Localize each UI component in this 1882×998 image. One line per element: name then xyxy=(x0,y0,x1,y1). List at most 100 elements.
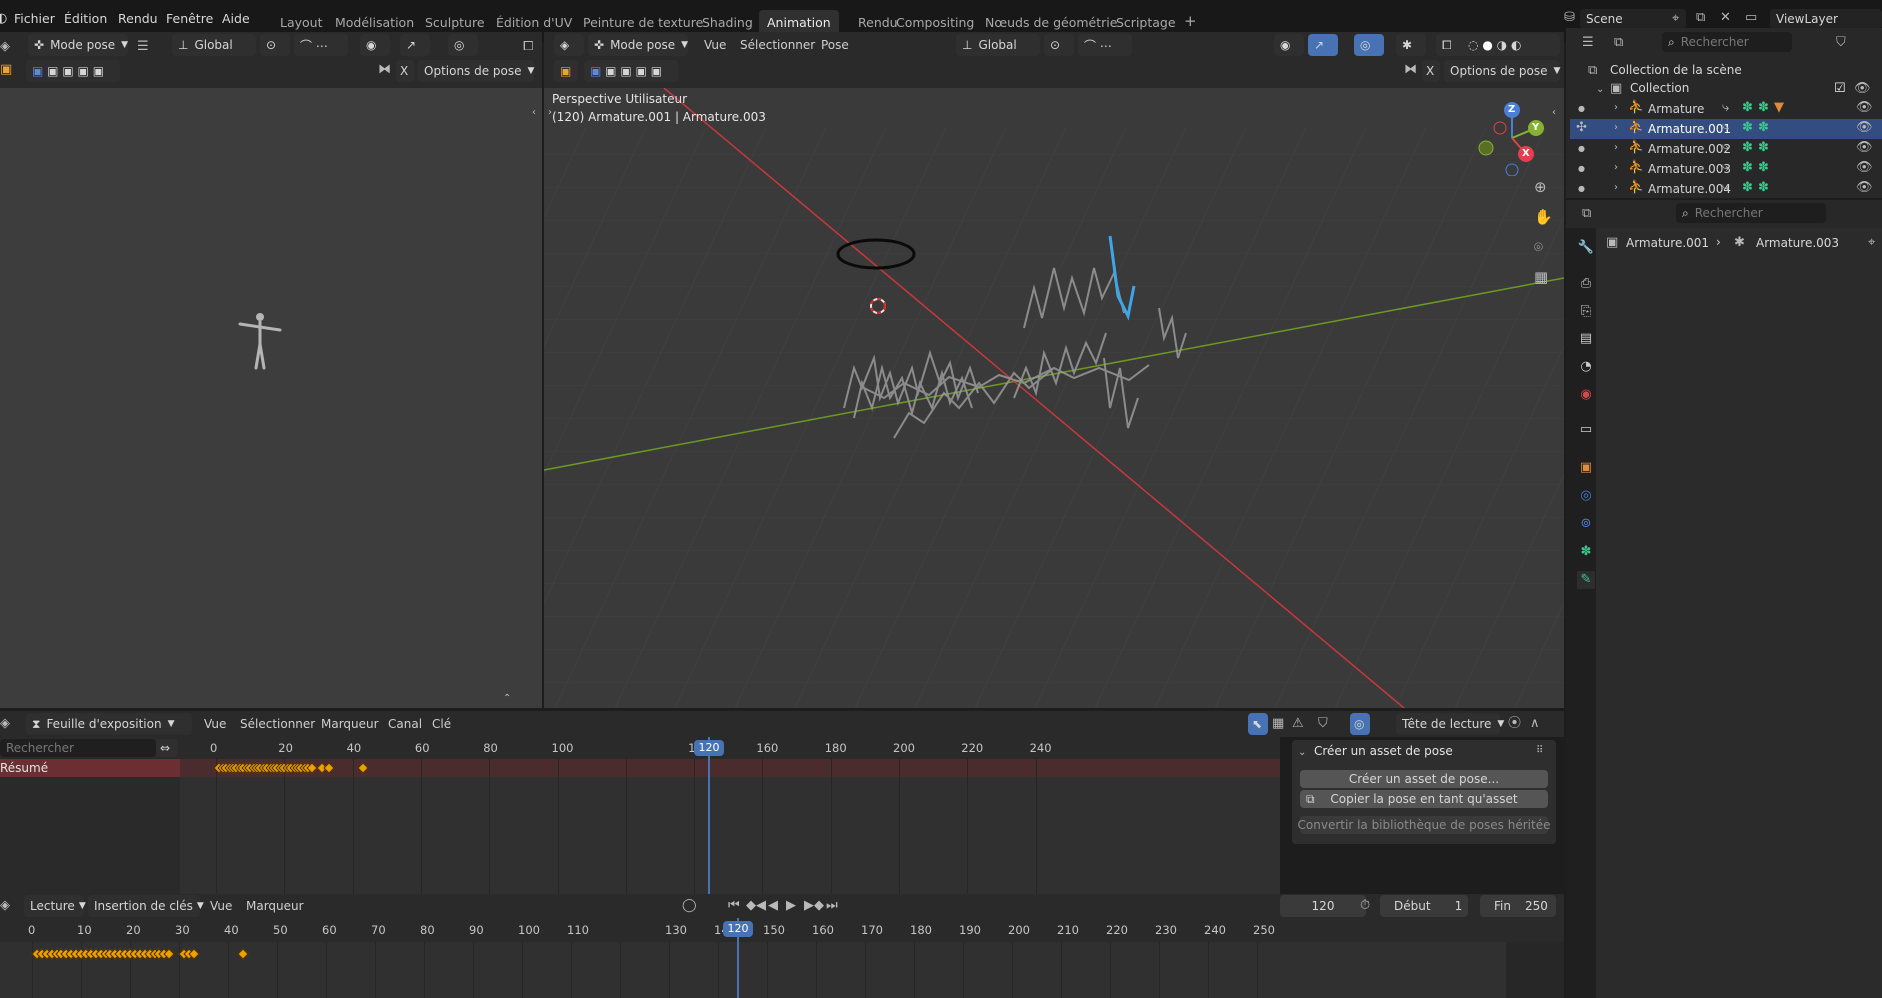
bone-overlay-toggle[interactable]: ✱ xyxy=(1396,34,1426,56)
current-frame-field[interactable]: 120 xyxy=(1280,895,1366,917)
outliner-search[interactable]: ⌕ Rechercher xyxy=(1662,32,1792,52)
pin-icon[interactable]: ⌖ xyxy=(1672,12,1679,26)
convert-library-button[interactable]: Convertir la bibliothèque de poses hérit… xyxy=(1298,816,1550,834)
menu-fenetre[interactable]: Fenêtre xyxy=(166,11,213,26)
object-tab-icon[interactable]: ▣ xyxy=(1577,459,1595,477)
xray-toggle[interactable]: ◎ xyxy=(448,34,478,56)
dopesheet-mode-selector[interactable]: ⧗ Feuille d'exposition ▼ xyxy=(26,713,192,735)
x-mirror-button[interactable]: X xyxy=(396,60,414,82)
warning-icon[interactable]: ⚠ xyxy=(1292,717,1304,731)
dopesheet-menu-cle[interactable]: Clé xyxy=(432,717,451,731)
bone-tab-icon[interactable]: ✎ xyxy=(1577,571,1595,589)
only-selected-toggle[interactable]: ⬉ xyxy=(1248,713,1268,735)
select-invert-icon[interactable]: ▣ xyxy=(636,64,647,78)
world-tab-icon[interactable]: ◉ xyxy=(1577,386,1595,404)
tab-modelisation[interactable]: Modélisation xyxy=(327,12,422,33)
dopesheet-menu-vue[interactable]: Vue xyxy=(204,717,226,731)
gizmo-toggle[interactable]: ↗ xyxy=(1308,34,1338,56)
snap-toggle[interactable]: ⌒ ⋯ xyxy=(294,34,348,56)
dopesheet-ruler[interactable] xyxy=(180,737,1280,759)
outliner-item-armature-003[interactable]: ● › ⛹ Armature.003 ⤷ ✽ ✽ 👁 xyxy=(1570,159,1882,179)
tab-compositing[interactable]: Compositing xyxy=(888,12,982,33)
timeline-keyframe[interactable] xyxy=(237,948,249,960)
next-keyframe-icon[interactable]: ▶◆ xyxy=(804,899,824,913)
menu-rendu[interactable]: Rendu xyxy=(118,11,158,26)
expand-arrow-icon[interactable]: › xyxy=(1614,181,1618,195)
solid-shading-icon[interactable]: ● xyxy=(1482,38,1492,52)
display-mode-icon[interactable]: ⧉ xyxy=(1614,36,1623,50)
perspective-grid-icon[interactable]: ▦ xyxy=(1534,270,1548,285)
hamburger-icon[interactable]: ☰ xyxy=(137,40,149,54)
expand-arrow-icon[interactable]: › xyxy=(1614,101,1618,115)
filter-icon[interactable]: ⛉ xyxy=(1318,717,1328,731)
outliner-type-icon[interactable]: ☰ xyxy=(1582,36,1594,50)
eye-icon[interactable]: 👁 xyxy=(1856,161,1873,175)
end-frame-field[interactable]: Fin 250 xyxy=(1480,895,1556,917)
curve-icon[interactable]: ∧ xyxy=(1530,717,1540,731)
viewport-area[interactable]: Perspective Utilisateur (120) Armature.0… xyxy=(544,88,1564,708)
view-layer-icon[interactable]: ▭ xyxy=(1745,11,1757,25)
channel-search[interactable]: Rechercher xyxy=(0,739,156,757)
visibility-toggle[interactable]: ◉ xyxy=(1274,34,1304,56)
output-tab-icon[interactable]: ⎘ xyxy=(1577,303,1595,321)
properties-search[interactable]: ⌕ Rechercher xyxy=(1676,203,1826,223)
outliner-item-armature-002[interactable]: ● › ⛹ Armature.002 ⤷ ✽ ✽ 👁 xyxy=(1570,139,1882,159)
pivot-selector[interactable]: ⊙ xyxy=(260,34,290,56)
tab-shading[interactable]: Shading xyxy=(694,12,761,33)
outliner-item-armature-001[interactable]: ✣ › ⛹ Armature.001 ⤷ ✽ ✽ 👁 xyxy=(1570,119,1882,139)
pan-hand-icon[interactable]: ✋ xyxy=(1534,210,1553,225)
select-tool-button[interactable]: ▣ xyxy=(554,60,578,82)
select-subtract-icon[interactable]: ▣ xyxy=(62,64,73,78)
stopwatch-icon[interactable]: ⏱ xyxy=(1360,899,1370,913)
close-icon[interactable]: ✕ xyxy=(1720,11,1731,25)
playhead-mode-selector[interactable]: Tête de lecture ▼ xyxy=(1396,713,1504,735)
left-viewport-area[interactable]: ‹ ⌃ xyxy=(0,88,542,708)
render-tab-icon[interactable]: ⎙ xyxy=(1577,275,1595,293)
rendered-shading-icon[interactable]: ◐ xyxy=(1511,38,1521,52)
snapping-toggle[interactable]: ◎ xyxy=(1350,713,1370,735)
play-icon[interactable]: ▶ xyxy=(786,899,796,913)
menu-selectionner[interactable]: Sélectionner xyxy=(740,38,815,52)
scene-selector[interactable]: Scene xyxy=(1580,9,1686,29)
editor-type-icon[interactable]: ◈ xyxy=(0,717,10,731)
select-subtract-icon[interactable]: ▣ xyxy=(620,64,631,78)
expand-arrow-icon[interactable]: › xyxy=(1614,141,1618,155)
create-pose-asset-button[interactable]: Créer un asset de pose... xyxy=(1300,770,1548,788)
tab-noeuds-geometrie[interactable]: Nœuds de géométrie xyxy=(977,12,1125,33)
scene-icon[interactable]: ⛁ xyxy=(1564,11,1575,25)
copy-pose-asset-button[interactable]: ⧉ Copier la pose en tant qu'asset xyxy=(1300,790,1548,808)
eye-icon[interactable]: 👁 xyxy=(1856,181,1873,195)
properties-type-icon[interactable]: ⧉ xyxy=(1582,207,1591,221)
eye-icon[interactable]: 👁 xyxy=(1856,141,1873,155)
camera-view-icon[interactable]: ⌾ xyxy=(1534,240,1543,255)
playback-menu[interactable]: Lecture ▼ xyxy=(24,895,86,917)
menu-edition[interactable]: Édition xyxy=(64,11,107,26)
collapse-arrow-icon[interactable]: ‹ xyxy=(532,106,536,120)
checkbox-icon[interactable]: ☑ xyxy=(1834,82,1846,96)
menu-aide[interactable]: Aide xyxy=(222,11,250,26)
collection-tab-icon[interactable]: ▭ xyxy=(1577,421,1595,439)
expand-sidebar-icon[interactable]: ‹ xyxy=(1552,106,1556,120)
outliner-item-armature-004[interactable]: ● › ⛹ Armature.004 ⤷ ✽ ✽ 👁 xyxy=(1570,179,1882,199)
select-new-icon[interactable]: ▣ xyxy=(590,64,601,78)
gizmo-toggle[interactable]: ↗ xyxy=(400,34,430,56)
play-reverse-icon[interactable]: ◀ xyxy=(768,899,778,913)
navigation-gizmo[interactable]: Z Y X xyxy=(1472,96,1552,177)
x-mirror-button[interactable]: X xyxy=(1422,60,1440,82)
timeline-menu-marqueur[interactable]: Marqueur xyxy=(246,899,304,913)
wireframe-shading-icon[interactable]: ◌ xyxy=(1468,38,1478,52)
select-intersect-icon[interactable]: ▣ xyxy=(651,64,662,78)
pivot-selector[interactable]: ⊙ xyxy=(1044,34,1074,56)
filter-icon[interactable]: ⛉ xyxy=(1836,36,1846,50)
select-intersect-icon[interactable]: ▣ xyxy=(93,64,104,78)
select-invert-icon[interactable]: ▣ xyxy=(78,64,89,78)
dopesheet-menu-canal[interactable]: Canal xyxy=(388,717,422,731)
tab-edition-uv[interactable]: Édition d'UV xyxy=(488,12,580,33)
editor-type-button[interactable]: ◈ xyxy=(554,34,584,56)
tool-tab-icon[interactable]: 🔧 xyxy=(1577,239,1595,257)
keying-menu[interactable]: Insertion de clés ▼ xyxy=(88,895,204,917)
constraint-tab-icon[interactable]: ⊚ xyxy=(1577,515,1595,533)
scene-collection-label[interactable]: Collection de la scène xyxy=(1610,63,1742,77)
swap-icon[interactable]: ⇔ xyxy=(156,739,178,757)
expand-arrow-icon[interactable]: ⌃ xyxy=(503,692,511,706)
